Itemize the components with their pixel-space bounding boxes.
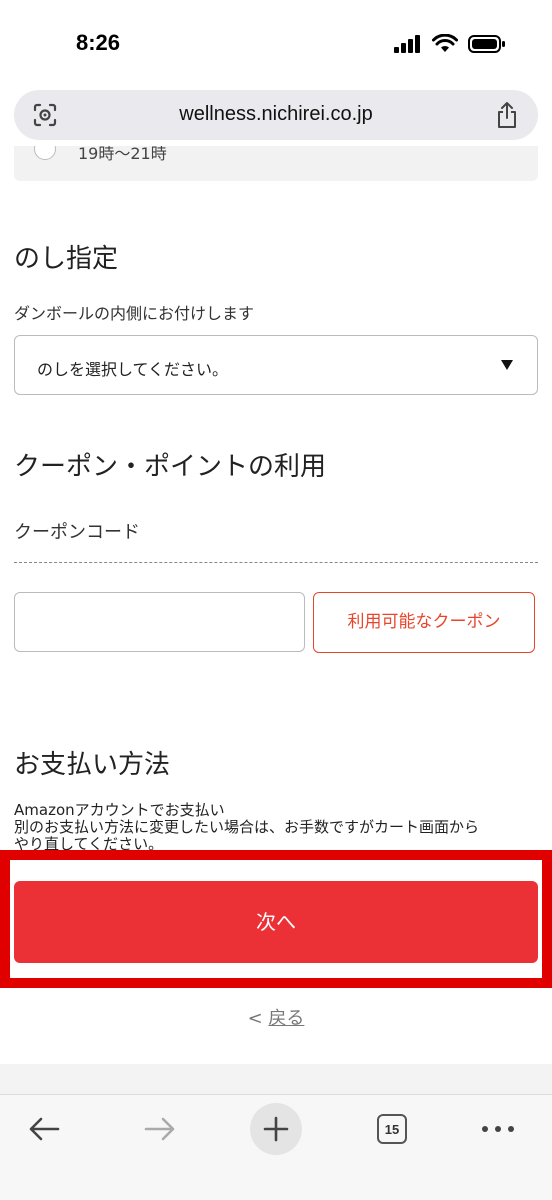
wifi-icon xyxy=(432,34,458,52)
back-link[interactable]: 戻る xyxy=(268,1008,304,1029)
forward-button[interactable] xyxy=(134,1103,186,1155)
signal-icon xyxy=(394,35,420,53)
status-bar: 8:26 xyxy=(0,0,552,88)
divider xyxy=(14,562,538,563)
next-button[interactable]: 次へ xyxy=(14,881,538,963)
delivery-time-option[interactable]: 19時〜21時 xyxy=(14,146,538,181)
coupon-code-input[interactable] xyxy=(14,592,305,652)
coupon-title: クーポン・ポイントの利用 xyxy=(14,452,327,482)
payment-title: お支払い方法 xyxy=(14,750,171,780)
tabs-button[interactable]: 15 xyxy=(366,1103,418,1155)
status-icons xyxy=(394,34,506,54)
address-bar[interactable]: wellness.nichirei.co.jp xyxy=(14,90,538,140)
dropdown-arrow-icon xyxy=(501,360,513,370)
payment-line-1: Amazonアカウントでお支払い xyxy=(14,801,225,819)
plus-icon xyxy=(263,1116,289,1142)
status-time: 8:26 xyxy=(76,30,121,55)
time-option-label: 19時〜21時 xyxy=(78,146,167,163)
footer xyxy=(0,1064,552,1094)
back-button[interactable] xyxy=(18,1103,70,1155)
more-icon xyxy=(482,1126,514,1132)
share-icon[interactable] xyxy=(494,101,520,129)
noshi-title: のし指定 xyxy=(14,244,119,274)
noshi-note: ダンボールの内側にお付けします xyxy=(14,304,255,323)
new-tab-button[interactable] xyxy=(250,1103,302,1155)
back-chevron: < xyxy=(247,1008,263,1029)
payment-note: Amazonアカウントでお支払い 別のお支払い方法に変更したい場合は、お手数です… xyxy=(14,802,534,853)
available-coupons-button[interactable]: 利用可能なクーポン xyxy=(313,592,535,653)
url-text[interactable]: wellness.nichirei.co.jp xyxy=(14,103,538,126)
back-link-row: < 戻る xyxy=(0,1004,552,1030)
time-radio[interactable] xyxy=(34,146,56,160)
arrow-left-icon xyxy=(29,1117,60,1141)
more-menu-button[interactable] xyxy=(472,1103,524,1155)
tab-count: 15 xyxy=(377,1114,407,1144)
battery-icon xyxy=(468,35,505,53)
payment-line-2: 別のお支払い方法に変更したい場合は、お手数ですがカート画面から xyxy=(14,818,480,836)
coupon-code-label: クーポンコード xyxy=(14,522,140,543)
page-content: 19時〜21時 のし指定 ダンボールの内側にお付けします のしを選択してください… xyxy=(0,146,552,1094)
browser-toolbar: 15 xyxy=(0,1094,552,1200)
noshi-select-value: のしを選択してください。 xyxy=(37,360,229,379)
arrow-right-icon xyxy=(144,1117,175,1141)
noshi-select[interactable]: のしを選択してください。 xyxy=(14,335,538,395)
